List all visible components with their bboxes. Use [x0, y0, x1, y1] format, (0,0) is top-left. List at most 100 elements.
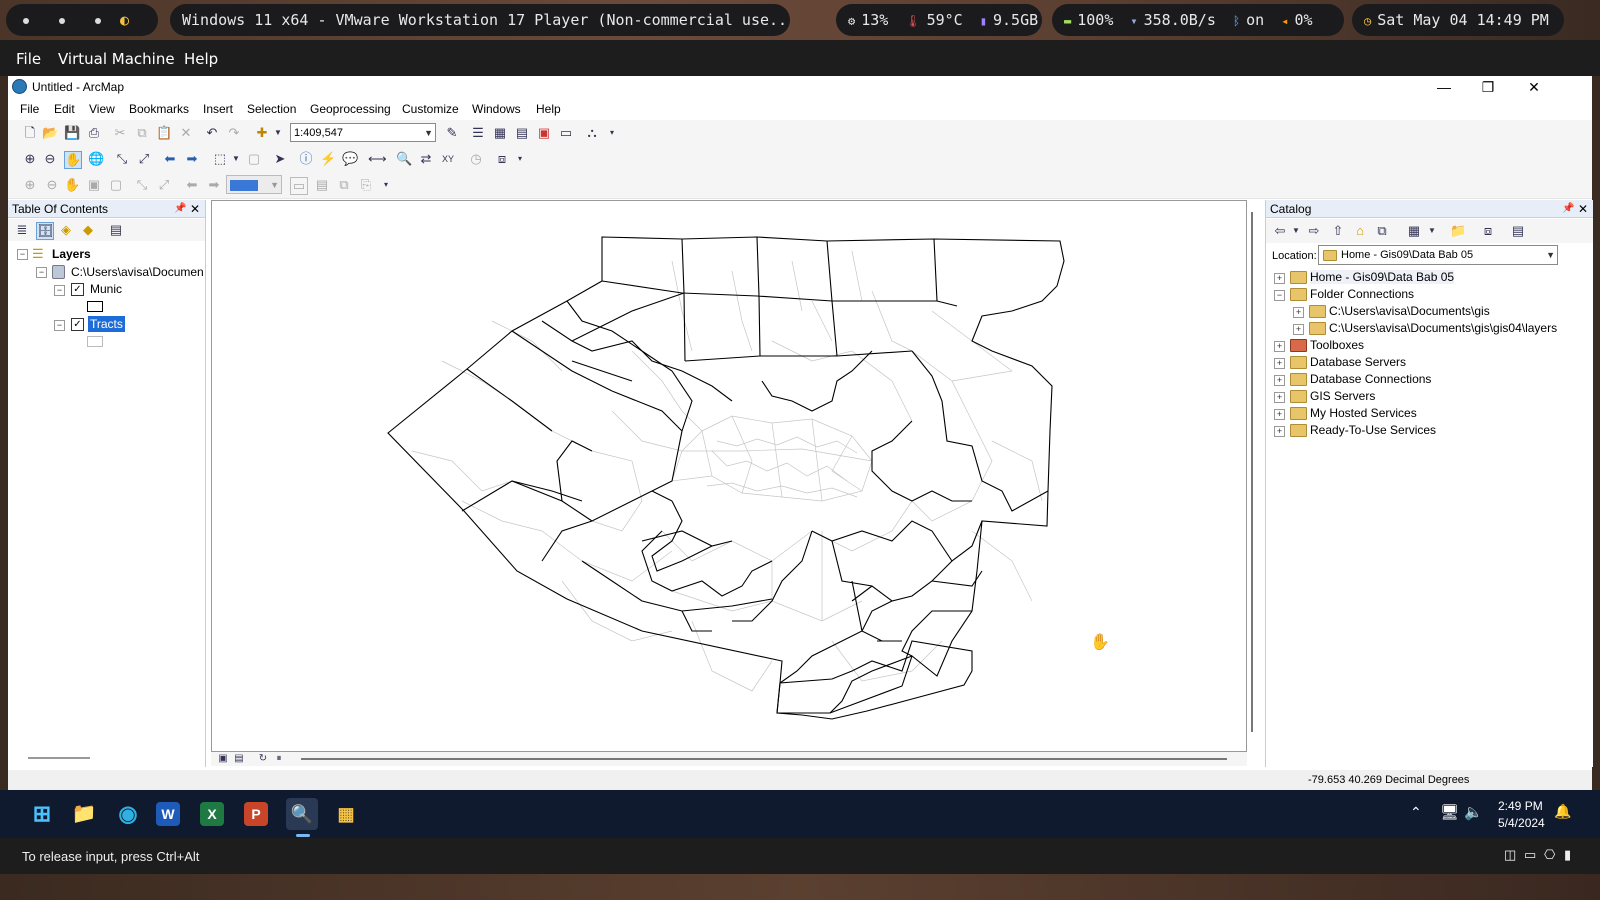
catalog-back-icon[interactable]: ⇦: [1272, 223, 1288, 239]
expand-gis-servers-icon[interactable]: +: [1274, 392, 1285, 403]
layer-tracts[interactable]: Tracts: [88, 316, 125, 332]
start-button[interactable]: ⊞: [26, 798, 58, 830]
tracts-visibility-checkbox[interactable]: ✓: [71, 318, 84, 331]
catalog-item-layers-folder[interactable]: C:\Users\avisa\Documents\gis\gis04\layer…: [1329, 321, 1557, 335]
data-view-icon[interactable]: ▣: [215, 751, 231, 767]
map-scale-combo[interactable]: 1:409,547 ▼: [290, 123, 436, 142]
menu-customize[interactable]: Customize: [402, 102, 459, 116]
zoom-in-icon[interactable]: ⊕: [22, 151, 38, 167]
new-folder-icon[interactable]: 📁: [1450, 223, 1466, 239]
paste-icon[interactable]: 📋: [156, 125, 172, 141]
menu-windows[interactable]: Windows: [472, 102, 521, 116]
vm-menu-help[interactable]: Help: [184, 50, 218, 68]
pan-icon[interactable]: ✋: [64, 151, 82, 169]
forward-extent-icon[interactable]: ➡: [184, 151, 200, 167]
home-icon[interactable]: ⌂: [1352, 223, 1368, 239]
county-map[interactable]: ✋: [212, 201, 1246, 751]
network-tray-icon[interactable]: 🖥: [1440, 803, 1459, 821]
hyperlink-icon[interactable]: ⚡: [320, 151, 336, 167]
catalog-item-database-connections[interactable]: Database Connections: [1310, 372, 1431, 386]
word-icon[interactable]: W: [156, 802, 180, 826]
copy-icon[interactable]: ⧉: [134, 125, 150, 141]
close-button[interactable]: ✕: [1512, 76, 1556, 98]
show-hidden-icons-icon[interactable]: ⌃: [1410, 804, 1422, 821]
file-explorer-icon[interactable]: 📁: [68, 798, 100, 830]
time-slider-icon[interactable]: ◷: [468, 151, 484, 167]
add-data-icon[interactable]: ✚: [254, 125, 270, 141]
vm-device-disk-icon[interactable]: ◫: [1504, 847, 1516, 863]
view-options-dropdown-icon[interactable]: ▼: [1424, 223, 1440, 239]
back-extent-icon[interactable]: ⬅: [162, 151, 178, 167]
catalog-item-gis-servers[interactable]: GIS Servers: [1310, 389, 1375, 403]
measure-icon[interactable]: ⟷: [368, 151, 387, 167]
tracts-symbol[interactable]: [87, 336, 103, 347]
vm-menu-file[interactable]: File: [16, 50, 41, 68]
zoom-out-icon[interactable]: ⊖: [42, 151, 58, 167]
menu-geoprocessing[interactable]: Geoprocessing: [310, 102, 391, 116]
menu-file[interactable]: File: [20, 102, 39, 116]
html-popup-icon[interactable]: 💬: [342, 151, 358, 167]
find-route-icon[interactable]: ⇄: [418, 151, 434, 167]
menu-help[interactable]: Help: [536, 102, 561, 116]
collapse-tracts-icon[interactable]: −: [54, 320, 65, 331]
list-by-drawing-order-icon[interactable]: ≣: [14, 222, 30, 238]
select-dropdown-icon[interactable]: ▼: [228, 151, 244, 167]
catalog-back-dropdown-icon[interactable]: ▼: [1288, 223, 1304, 239]
catalog-item-home[interactable]: Home - Gis09\Data Bab 05: [1310, 270, 1455, 284]
catalog-item-toolboxes[interactable]: Toolboxes: [1310, 338, 1364, 352]
new-document-icon[interactable]: 🗋: [22, 125, 38, 141]
python-window-icon[interactable]: ▭: [558, 125, 574, 141]
select-features-icon[interactable]: ⬚: [212, 151, 228, 167]
fixed-zoom-in-icon[interactable]: ⤡: [114, 151, 130, 167]
expand-hosted-services-icon[interactable]: +: [1274, 409, 1285, 420]
toggle-contents-icon[interactable]: ⧈: [1480, 223, 1496, 239]
collapse-folder-connections-icon[interactable]: −: [1274, 290, 1285, 301]
menu-edit[interactable]: Edit: [54, 102, 75, 116]
taskbar-time[interactable]: 2:49 PM: [1498, 799, 1543, 813]
catalog-item-folder-connections[interactable]: Folder Connections: [1310, 287, 1414, 301]
fixed-zoom-out-icon[interactable]: ⤢: [136, 151, 152, 167]
toolbar-options-icon[interactable]: ▾: [604, 125, 620, 141]
maximize-button[interactable]: ❐: [1466, 76, 1510, 98]
open-icon[interactable]: 📂: [42, 125, 58, 141]
zoom-whole-page-icon[interactable]: ▣: [86, 177, 102, 193]
expand-toolboxes-icon[interactable]: +: [1274, 341, 1285, 352]
vm-device-network-icon[interactable]: ▭: [1524, 847, 1536, 863]
clock[interactable]: ◷ Sat May 04 14:49 PM: [1352, 4, 1564, 36]
toc-window-icon[interactable]: ☰: [470, 125, 486, 141]
undo-icon[interactable]: ↶: [204, 125, 220, 141]
menu-bookmarks[interactable]: Bookmarks: [129, 102, 189, 116]
search-window-icon[interactable]: ▤: [514, 125, 530, 141]
expand-ready-services-icon[interactable]: +: [1274, 426, 1285, 437]
menu-view[interactable]: View: [89, 102, 115, 116]
catalog-item-gis-folder[interactable]: C:\Users\avisa\Documents\gis: [1329, 304, 1490, 318]
workspace-indicator[interactable]: ◐: [6, 4, 158, 36]
toolbar-options-icon-2[interactable]: ▾: [512, 151, 528, 167]
catalog-options-icon[interactable]: ▤: [1510, 223, 1526, 239]
redo-icon[interactable]: ↷: [226, 125, 242, 141]
arcmap-taskbar-icon[interactable]: 🔍: [286, 798, 318, 830]
up-one-level-icon[interactable]: ⇧: [1330, 223, 1346, 239]
workspace-dot-3[interactable]: [95, 17, 101, 24]
model-builder-icon[interactable]: ⛬: [584, 125, 600, 141]
layout-forward-icon[interactable]: ➡: [206, 177, 222, 193]
add-data-dropdown-icon[interactable]: ▼: [270, 125, 286, 141]
powerpoint-icon[interactable]: P: [244, 802, 268, 826]
workspace-dot-1[interactable]: [23, 17, 29, 24]
toc-horizontal-scrollbar[interactable]: [28, 757, 90, 759]
identify-icon[interactable]: ⓘ: [298, 151, 314, 167]
print-icon[interactable]: ⎙: [86, 125, 102, 141]
layout-zoom-out-icon[interactable]: ⊖: [44, 177, 60, 193]
toc-root-layers[interactable]: Layers: [52, 247, 91, 261]
notification-bell-icon[interactable]: 🔔: [1554, 803, 1571, 820]
catalog-pin-icon[interactable]: 📌: [1562, 200, 1574, 218]
arccatalog-taskbar-icon[interactable]: ▦: [330, 798, 362, 830]
layout-view-icon[interactable]: ▤: [231, 751, 247, 767]
cut-icon[interactable]: ✂: [112, 125, 128, 141]
clear-selection-icon[interactable]: ▢: [246, 151, 262, 167]
catalog-item-hosted-services[interactable]: My Hosted Services: [1310, 406, 1417, 420]
list-by-visibility-icon[interactable]: ◈: [58, 222, 74, 238]
expand-database-servers-icon[interactable]: +: [1274, 358, 1285, 369]
toc-options-icon[interactable]: ▤: [108, 222, 124, 238]
munic-symbol[interactable]: [87, 301, 103, 312]
